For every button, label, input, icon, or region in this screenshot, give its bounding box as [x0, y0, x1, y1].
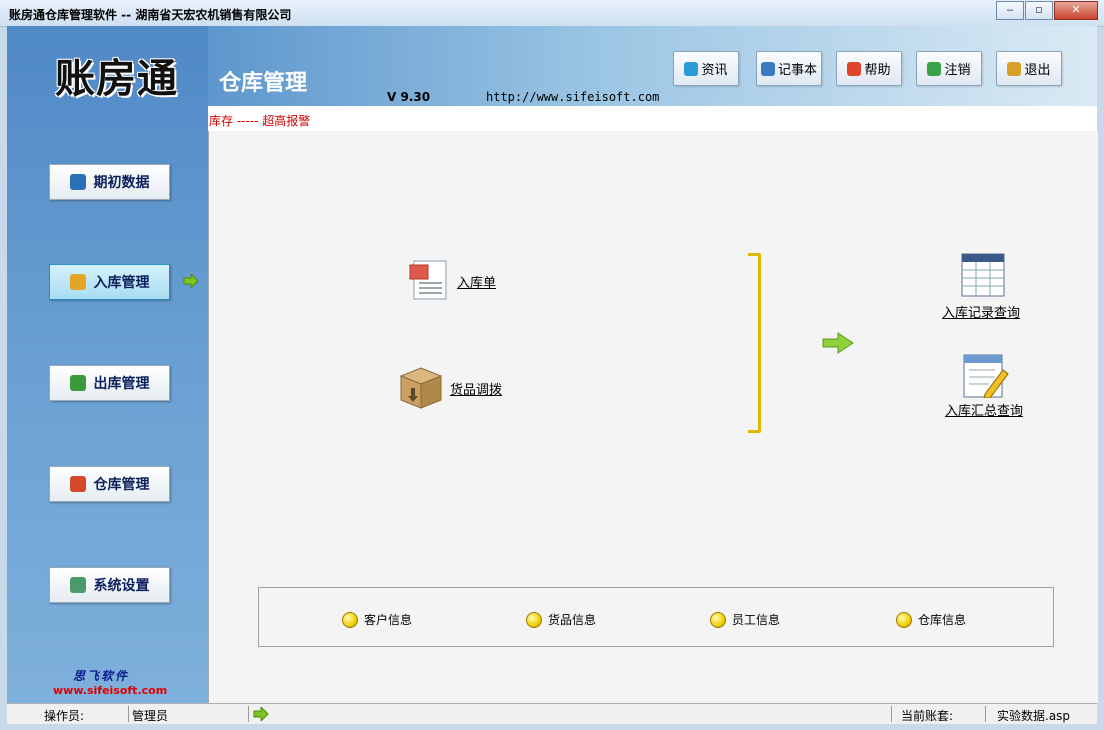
alert-marquee: 库存 ----- 超高报警 [208, 106, 1097, 131]
app-logo: 账房通 [55, 55, 178, 102]
help-button[interactable]: 帮助 [836, 51, 902, 86]
yellow-dot-icon [896, 611, 912, 628]
logout-icon [927, 61, 942, 76]
notepad-button[interactable]: 记事本 [756, 51, 822, 86]
receipt-link[interactable]: 入库单 [457, 272, 496, 291]
exit-button-label: 退出 [1024, 63, 1051, 78]
news-button[interactable]: 资讯 [673, 51, 739, 86]
yellow-dot-icon [710, 611, 726, 628]
arrow-status-icon [253, 707, 269, 721]
info-label: 仓库信息 [918, 613, 967, 627]
help-button-label: 帮助 [864, 63, 891, 78]
version-label: V 9.30 [387, 90, 431, 104]
active-arrow-icon [183, 274, 199, 288]
operator-value: 管理员 [132, 709, 169, 723]
notepad-button-label: 记事本 [777, 63, 817, 78]
user-out-icon [69, 375, 86, 391]
status-bar: 操作员: 管理员 当前账套: 实验数据.asp [7, 703, 1097, 724]
sidebar-item-label: 入库管理 [93, 275, 150, 291]
goods-info-link[interactable]: 货品信息 [526, 611, 596, 628]
sidebar-item-label: 出库管理 [93, 376, 150, 392]
yellow-dot-icon [342, 611, 358, 628]
status-separator [128, 706, 129, 722]
sidebar-item-warehouse[interactable]: 仓库管理 [49, 466, 170, 502]
status-separator [985, 706, 986, 722]
window-controls: ‒ ▫ ✕ [995, 1, 1098, 20]
info-label: 客户信息 [364, 613, 413, 627]
customer-info-link[interactable]: 客户信息 [342, 611, 412, 628]
document-icon[interactable] [409, 259, 449, 301]
brand-name: 思飞软件 [73, 669, 130, 683]
title-bar: 账房通仓库管理软件 -- 湖南省天宏农机销售有限公司 ‒ ▫ ✕ [0, 0, 1104, 27]
operator-label: 操作员: [44, 709, 85, 723]
sidebar-item-outbound[interactable]: 出库管理 [49, 365, 170, 401]
notepad-icon [760, 61, 775, 76]
form-edit-icon[interactable] [963, 354, 1009, 398]
close-button[interactable]: ✕ [1054, 1, 1098, 20]
warehouse-info-link[interactable]: 仓库信息 [896, 611, 966, 628]
yellow-dot-icon [526, 611, 542, 628]
news-icon [684, 61, 699, 76]
status-separator [891, 706, 892, 722]
restore-button[interactable]: ▫ [1025, 1, 1053, 20]
exit-button[interactable]: 退出 [996, 51, 1062, 86]
summary-query-link[interactable]: 入库汇总查询 [945, 400, 1023, 419]
status-separator [248, 706, 249, 722]
exit-icon [1007, 61, 1022, 76]
window-title: 账房通仓库管理软件 -- 湖南省天宏农机销售有限公司 [9, 8, 292, 22]
gears-icon [69, 577, 86, 593]
minimize-button[interactable]: ‒ [996, 1, 1024, 20]
arrow-right-icon [822, 332, 854, 354]
info-label: 货品信息 [548, 613, 597, 627]
brand-url: www.sifeisoft.com [53, 684, 168, 697]
sidebar-item-inbound[interactable]: 入库管理 [49, 264, 170, 300]
sidebar-item-label: 系统设置 [93, 578, 150, 594]
module-title: 仓库管理 [219, 71, 308, 96]
transfer-link[interactable]: 货品调拨 [450, 379, 502, 398]
box-in-icon [69, 274, 86, 290]
logout-button[interactable]: 注销 [916, 51, 982, 86]
info-label: 员工信息 [732, 613, 781, 627]
book-icon [69, 174, 86, 190]
flow-bracket [748, 253, 761, 433]
news-button-label: 资讯 [701, 63, 728, 78]
sidebar-item-settings[interactable]: 系统设置 [49, 567, 170, 603]
account-label: 当前账套: [901, 709, 954, 723]
logout-button-label: 注销 [944, 63, 971, 78]
record-query-link[interactable]: 入库记录查询 [942, 302, 1020, 321]
table-icon[interactable] [961, 253, 1005, 297]
sidebar-item-label: 期初数据 [93, 175, 150, 191]
marquee-text: 库存 ----- 超高报警 [209, 114, 311, 128]
staff-info-link[interactable]: 员工信息 [710, 611, 780, 628]
sidebar-item-label: 仓库管理 [93, 477, 150, 493]
website-url: http://www.sifeisoft.com [486, 90, 660, 104]
sidebar-item-opening-data[interactable]: 期初数据 [49, 164, 170, 200]
help-icon [847, 61, 862, 76]
account-value: 实验数据.asp [997, 709, 1071, 723]
box-icon[interactable] [398, 362, 444, 410]
house-icon [69, 476, 86, 492]
